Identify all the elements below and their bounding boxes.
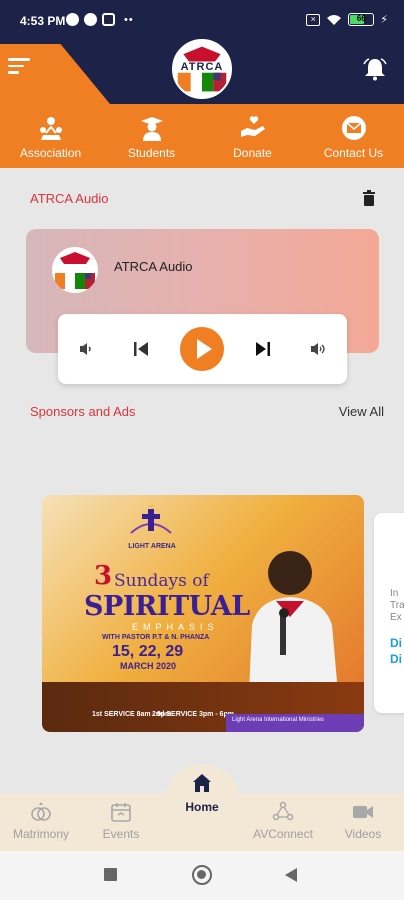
home-icon [193, 774, 211, 792]
sponsor-card-next[interactable]: In Tra Ex Di Di [374, 513, 404, 713]
audio-section-title: ATRCA Audio [30, 191, 109, 206]
battery-level: 66 [356, 14, 366, 23]
cross-logo [130, 505, 172, 534]
atrca-logo: ATRCA [172, 39, 232, 99]
banner-month: MARCH 2020 [120, 661, 177, 671]
previous-icon[interactable] [132, 340, 150, 358]
action-bar: Association Students Donate Contact Us [0, 104, 404, 168]
association-icon [39, 117, 62, 140]
banner-contact: Light Arena International Ministries [226, 714, 364, 732]
donate-icon [240, 116, 265, 137]
menu-icon[interactable] [8, 58, 30, 78]
sim-icon: × [306, 13, 321, 26]
nav-events[interactable]: Events [86, 801, 156, 841]
nav-home[interactable]: Home [168, 772, 236, 814]
sponsors-title: Sponsors and Ads [30, 404, 136, 419]
students-label: Students [127, 146, 176, 160]
notification-icon [66, 13, 79, 26]
nav-home-label: Home [185, 800, 219, 814]
recents-button[interactable] [104, 868, 117, 881]
nav-videos-label: Videos [344, 827, 382, 841]
students-icon [140, 117, 163, 141]
delete-icon[interactable] [362, 190, 376, 206]
students-button[interactable]: Students [101, 104, 202, 168]
banner-dates: 15, 22, 29 [112, 643, 184, 660]
banner-org: LIGHT ARENA [128, 543, 176, 550]
nav-avconnect-label: AVConnect [253, 827, 313, 841]
wifi-icon [327, 14, 342, 25]
instagram-icon [102, 13, 115, 26]
contact-icon [341, 116, 366, 140]
association-button[interactable]: Association [0, 104, 101, 168]
view-all-link[interactable]: View All [339, 404, 384, 419]
play-button[interactable] [180, 327, 224, 371]
banner-service-2: 2nd SERVICE 3pm - 6pm [152, 711, 234, 718]
audio-player [58, 314, 347, 384]
bell-icon[interactable] [362, 56, 388, 82]
banner-with: WITH PASTOR P.T & N. PHANZA [102, 634, 210, 641]
nav-matrimony-label: Matrimony [12, 827, 69, 841]
nav-matrimony[interactable]: Matrimony [6, 801, 76, 841]
logo-text: ATRCA [180, 61, 224, 73]
video-camera-icon [353, 806, 373, 818]
next-icon[interactable] [254, 340, 272, 358]
volume-up-icon[interactable] [310, 341, 328, 357]
banner-sundays: Sundays of [114, 571, 209, 591]
audio-track-title: ATRCA Audio [114, 259, 193, 274]
peek-text-2: Di Di [390, 636, 402, 666]
network-icon [272, 801, 294, 821]
back-button[interactable] [284, 867, 298, 883]
home-system-button[interactable] [192, 865, 212, 885]
status-time: 4:53 PM [20, 14, 66, 28]
nav-avconnect[interactable]: AVConnect [248, 801, 318, 841]
system-nav-bar [0, 851, 404, 900]
nav-videos[interactable]: Videos [328, 801, 398, 841]
donate-label: Donate [233, 146, 272, 160]
more-notifications-icon: •• [124, 13, 134, 26]
contact-us-label: Contact Us [323, 146, 384, 160]
banner-number: 3 [94, 561, 113, 591]
donate-button[interactable]: Donate [202, 104, 303, 168]
status-bar: 4:53 PM •• × 66 ⚡ [0, 0, 404, 44]
volume-down-icon[interactable] [78, 341, 94, 357]
battery-icon: 66 [348, 13, 375, 26]
peek-text-1: In Tra Ex [390, 588, 404, 623]
banner-emphasis: EMPHASIS [132, 622, 219, 632]
contact-us-button[interactable]: Contact Us [303, 104, 404, 168]
notification-icon-2 [84, 13, 97, 26]
rings-icon [31, 802, 51, 821]
play-icon [197, 339, 212, 359]
calendar-icon [111, 803, 131, 822]
audio-thumbnail [52, 247, 98, 293]
charging-icon: ⚡ [380, 14, 388, 26]
banner-spiritual: SPIRITUAL [84, 591, 250, 622]
nav-events-label: Events [102, 827, 140, 841]
sponsor-banner[interactable]: LIGHT ARENA 3 Sundays of SPIRITUAL EMPHA… [42, 495, 364, 732]
association-label: Association [19, 146, 82, 160]
